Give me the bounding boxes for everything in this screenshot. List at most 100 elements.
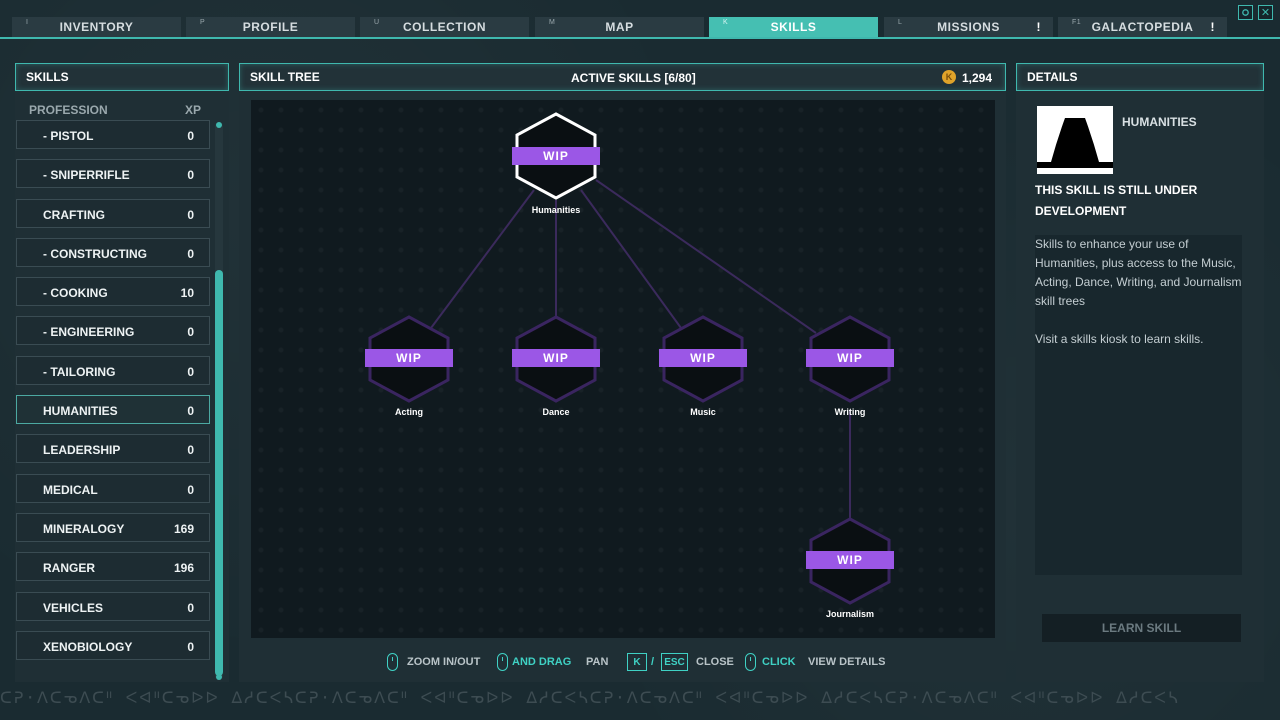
alert-icon: ! — [1036, 20, 1041, 34]
skills-scrollbar[interactable] — [215, 122, 223, 680]
key-k-icon: K — [627, 653, 647, 671]
tab-key: K — [723, 19, 729, 26]
profession-column-header: PROFESSION — [29, 103, 108, 117]
skill-name: - COOKING — [43, 286, 108, 300]
node-label: Music — [690, 407, 716, 417]
key-esc-icon: ESC — [661, 653, 688, 671]
skill-description: Skills to enhance your use of Humanities… — [1035, 237, 1242, 308]
scroll-up-arrow[interactable] — [216, 122, 222, 128]
mouse-scroll-icon — [387, 653, 398, 671]
skill-name: RANGER — [43, 561, 96, 575]
tab-missions[interactable]: L MISSIONS ! — [884, 17, 1053, 37]
tab-map[interactable]: M MAP — [535, 17, 704, 37]
skill-row-leadership[interactable]: LEADERSHIP 0 — [16, 434, 210, 463]
skill-row-cooking[interactable]: - COOKING 10 — [16, 277, 210, 306]
panel-title: SKILLS — [26, 70, 69, 84]
tab-label: GALACTOPEDIA — [1091, 20, 1194, 34]
wip-badge: WIP — [806, 349, 894, 367]
scroll-thumb[interactable] — [215, 270, 223, 676]
tab-label: MISSIONS — [937, 20, 1000, 34]
skill-row-sniperrifle[interactable]: - SNIPERRIFLE 0 — [16, 159, 210, 188]
skill-node-humanities[interactable]: WIP — [512, 112, 600, 200]
details-panel-header: DETAILS — [1016, 63, 1264, 91]
node-label: Writing — [834, 407, 866, 417]
tab-inventory[interactable]: I INVENTORY — [12, 17, 181, 37]
top-tab-bar: I INVENTORY P PROFILE U COLLECTION M MAP… — [0, 0, 1280, 39]
skill-name: - PISTOL — [43, 129, 94, 143]
skill-xp: 169 — [173, 522, 194, 536]
skill-xp: 0 — [187, 404, 194, 418]
wip-badge: WIP — [512, 147, 600, 165]
skill-row-ranger[interactable]: RANGER 196 — [16, 552, 210, 581]
skill-name: VEHICLES — [43, 601, 104, 615]
skill-node-acting[interactable]: WIP — [365, 315, 453, 403]
skill-row-vehicles[interactable]: VEHICLES 0 — [16, 592, 210, 621]
skill-xp: 0 — [187, 247, 194, 261]
currency-amount: 1,294 — [962, 71, 993, 85]
hint-slash: / — [651, 656, 655, 668]
hint-zoom: ZOOM IN/OUT — [407, 656, 481, 668]
skill-name: - CONSTRUCTING — [43, 247, 147, 261]
tab-key: F1 — [1072, 19, 1082, 26]
skill-row-constructing[interactable]: - CONSTRUCTING 0 — [16, 238, 210, 267]
skill-node-music[interactable]: WIP — [659, 315, 747, 403]
hint-close: CLOSE — [696, 656, 734, 668]
mouse-left-icon — [497, 653, 508, 671]
skill-row-xenobiology[interactable]: XENOBIOLOGY 0 — [16, 631, 210, 660]
skill-row-medical[interactable]: MEDICAL 0 — [16, 474, 210, 503]
skill-name: - SNIPERRIFLE — [43, 168, 130, 182]
skill-row-humanities[interactable]: HUMANITIES 0 — [16, 395, 210, 424]
skill-name: CRAFTING — [43, 208, 105, 222]
tab-label: INVENTORY — [59, 20, 134, 34]
skill-row-crafting[interactable]: CRAFTING 0 — [16, 199, 210, 228]
skill-row-tailoring[interactable]: - TAILORING 0 — [16, 356, 210, 385]
tab-underline — [0, 37, 1280, 39]
theater-curtain-icon — [1037, 106, 1113, 174]
skill-row-engineering[interactable]: - ENGINEERING 0 — [16, 316, 210, 345]
skill-xp: 0 — [187, 601, 194, 615]
tab-galactopedia[interactable]: F1 GALACTOPEDIA ! — [1058, 17, 1227, 37]
scroll-down-arrow[interactable] — [216, 674, 222, 680]
tab-key: U — [374, 19, 380, 26]
panel-title: SKILL TREE — [250, 70, 320, 84]
tab-collection[interactable]: U COLLECTION — [360, 17, 529, 37]
tab-label: COLLECTION — [403, 20, 486, 34]
hint-and-drag: AND DRAG — [512, 656, 572, 668]
skill-name: - TAILORING — [43, 365, 116, 379]
close-button[interactable]: ✕ — [1258, 5, 1273, 20]
panel-title: DETAILS — [1027, 70, 1078, 84]
tab-label: PROFILE — [242, 20, 299, 34]
description-box: Skills to enhance your use of Humanities… — [1035, 235, 1242, 575]
skill-node-dance[interactable]: WIP — [512, 315, 600, 403]
hint-click: CLICK — [762, 656, 796, 668]
mouse-click-icon — [745, 653, 756, 671]
skill-row-pistol[interactable]: - PISTOL 0 — [16, 120, 210, 149]
skill-row-mineralogy[interactable]: MINERALOGY 169 — [16, 513, 210, 542]
tab-skills[interactable]: K SKILLS — [709, 17, 878, 37]
detail-skill-name: HUMANITIES — [1122, 115, 1197, 129]
settings-button[interactable] — [1238, 5, 1253, 20]
skills-panel-header: SKILLS — [15, 63, 229, 91]
skill-xp: 0 — [187, 168, 194, 182]
skill-xp: 0 — [187, 365, 194, 379]
skill-name: XENOBIOLOGY — [43, 640, 133, 654]
tab-key: I — [26, 19, 29, 26]
tab-label: SKILLS — [770, 20, 817, 34]
hint-pan: PAN — [586, 656, 609, 668]
wip-badge: WIP — [512, 349, 600, 367]
skill-name: HUMANITIES — [43, 404, 118, 418]
tab-profile[interactable]: P PROFILE — [186, 17, 355, 37]
skill-xp: 196 — [173, 561, 194, 575]
close-icon: ✕ — [1260, 7, 1271, 19]
node-label: Acting — [395, 407, 423, 417]
hint-view-details: VIEW DETAILS — [808, 656, 886, 668]
wip-badge: WIP — [659, 349, 747, 367]
skill-node-writing[interactable]: WIP — [806, 315, 894, 403]
gear-icon — [1242, 9, 1249, 16]
learn-skill-button[interactable]: LEARN SKILL — [1042, 614, 1241, 642]
skill-xp: 0 — [187, 483, 194, 497]
skill-xp: 0 — [187, 443, 194, 457]
skill-node-journalism[interactable]: WIP — [806, 517, 894, 605]
skill-name: LEADERSHIP — [43, 443, 121, 457]
node-label: Humanities — [531, 205, 581, 215]
